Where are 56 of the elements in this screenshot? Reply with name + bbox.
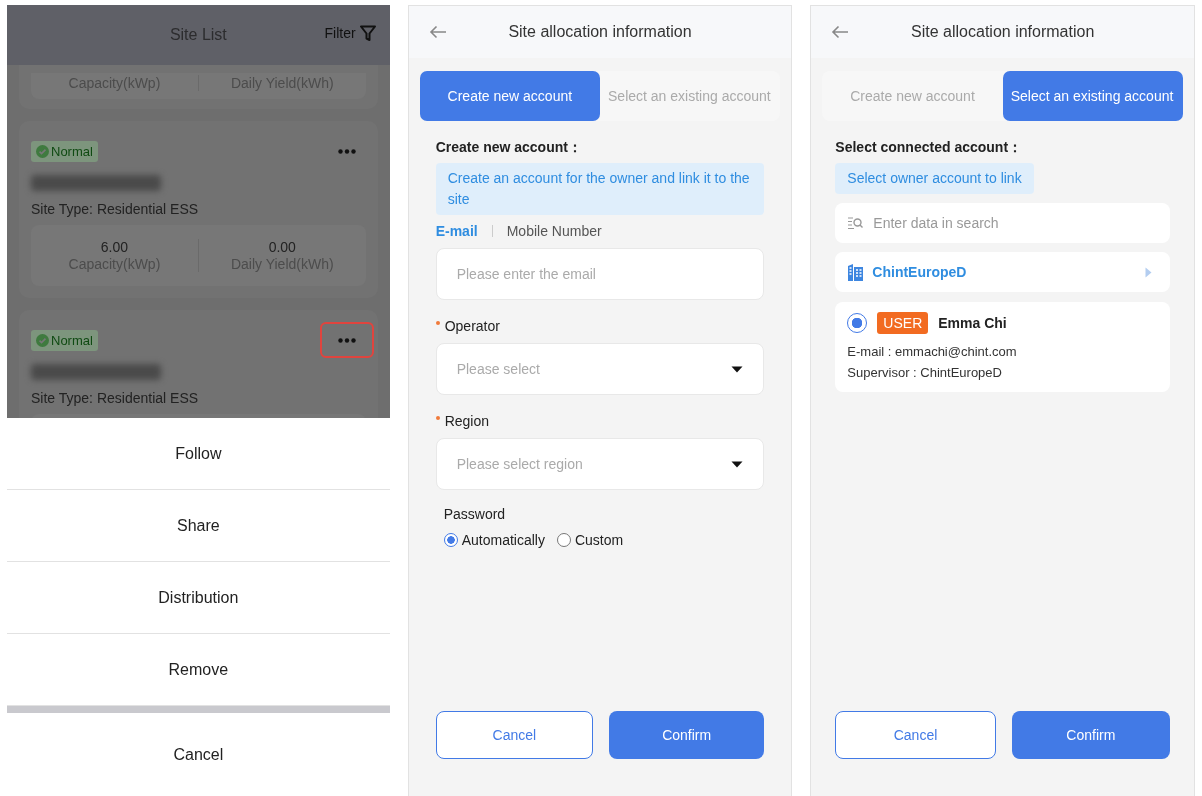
radio-option[interactable]: Automatically: [443, 532, 545, 548]
status-tag: Normal: [31, 140, 98, 162]
email-input[interactable]: Please enter the email: [435, 248, 765, 300]
select-field[interactable]: Please select region: [435, 438, 765, 490]
search-field[interactable]: Enter data in search: [835, 203, 1170, 243]
stat-value: 0.00: [268, 239, 296, 255]
tab[interactable]: Create new account: [419, 71, 600, 121]
chevron-right-icon: [1145, 266, 1152, 278]
action-button[interactable]: Confirm: [609, 711, 765, 759]
screen-title: Site allocation information: [911, 23, 1095, 41]
site-type: Site Type: Residential ESS: [31, 390, 200, 406]
section-title: Select connected account：: [835, 139, 1023, 157]
account-name: Emma Chi: [938, 315, 1007, 331]
more-button[interactable]: [319, 322, 374, 358]
search-icon: [847, 216, 864, 230]
check-circle-icon: [36, 333, 49, 347]
screen-title: Site allocation information: [508, 23, 692, 41]
account-supervisor: Supervisor : ChintEuropeD: [847, 365, 1003, 380]
filter-icon: [359, 25, 376, 41]
organization-row[interactable]: ChintEuropeD: [835, 252, 1170, 292]
section-title: Create new account：: [435, 139, 582, 157]
tab[interactable]: Select an existing account: [600, 71, 781, 121]
organization-name: ChintEuropeD: [872, 264, 968, 280]
dropdown-caret-icon: [731, 365, 744, 373]
filter-button[interactable]: Filter: [324, 25, 376, 41]
building-icon: [847, 263, 865, 281]
action-button[interactable]: Confirm: [1011, 711, 1171, 759]
stat-value: 6.00: [100, 239, 129, 255]
action-button[interactable]: Cancel: [835, 711, 996, 759]
back-arrow-icon[interactable]: [831, 25, 850, 39]
field-label: Region: [444, 413, 490, 429]
field-label: Password: [443, 506, 506, 522]
more-dots-icon: [337, 337, 356, 343]
select-field[interactable]: Please select: [435, 343, 765, 395]
radio-icon[interactable]: [847, 313, 868, 333]
account-card[interactable]: USER Emma Chi E-mail : emmachi@chint.com Supervisor : ChintEuropeD: [835, 302, 1170, 392]
screen-title: Site List: [169, 26, 227, 44]
status-tag: Normal: [31, 329, 98, 351]
hint-banner: Select owner account to link: [835, 163, 1034, 194]
contact-type-tab[interactable]: Mobile Number: [506, 223, 602, 239]
action-button[interactable]: Cancel: [435, 711, 593, 759]
search-input[interactable]: Enter data in search: [871, 214, 1158, 232]
site-type: Site Type: Residential ESS: [31, 201, 200, 217]
account-email: E-mail : emmachi@chint.com: [847, 344, 1018, 359]
check-circle-icon: [36, 144, 49, 158]
radio-option[interactable]: Custom: [556, 532, 624, 548]
hint-banner: Create an account for the owner and link it to the site: [435, 163, 765, 215]
more-dots-icon: [337, 148, 356, 154]
action-item[interactable]: Follow: [7, 418, 390, 490]
tab[interactable]: Create new account: [822, 71, 1003, 121]
tab[interactable]: Select an existing account: [1002, 71, 1184, 121]
dropdown-caret-icon: [731, 460, 744, 468]
contact-type-tab[interactable]: E-mail: [435, 223, 478, 239]
role-badge: USER: [877, 312, 929, 334]
back-arrow-icon[interactable]: [428, 25, 447, 39]
field-label: Operator: [444, 318, 500, 334]
